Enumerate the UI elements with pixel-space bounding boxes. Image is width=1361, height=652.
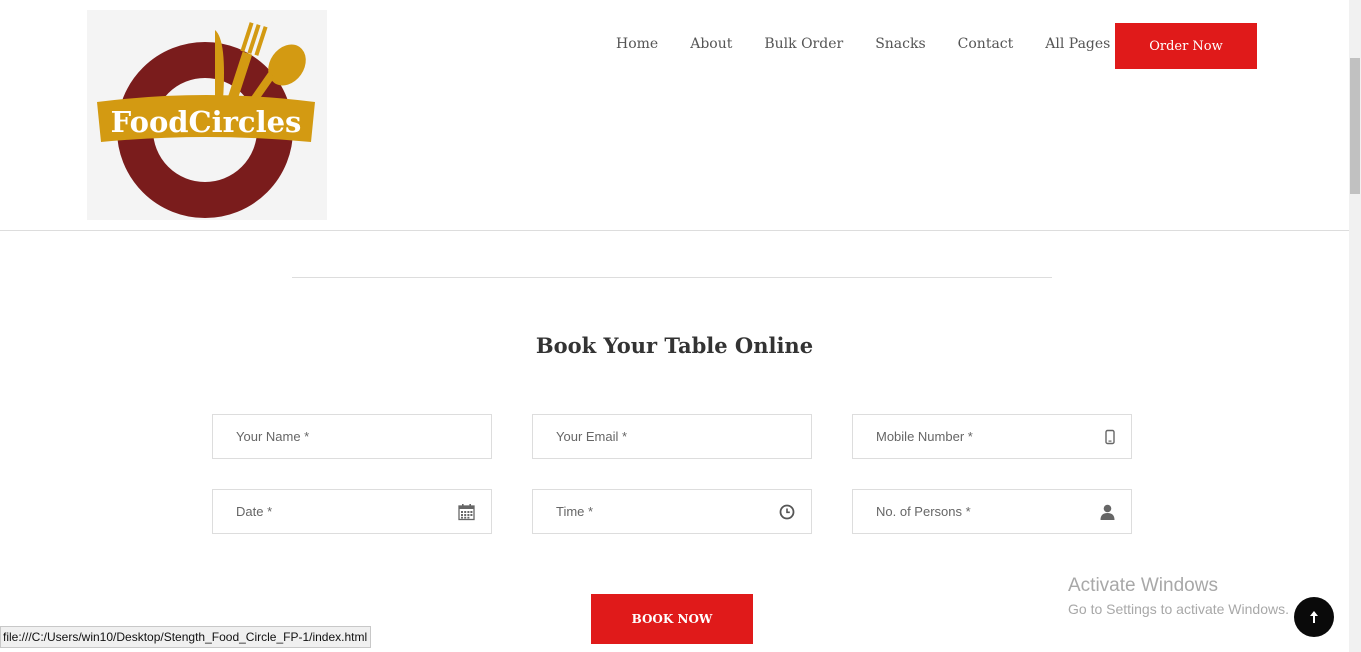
browser-status-bar: file:///C:/Users/win10/Desktop/Stength_F… [0, 626, 372, 648]
scrollbar-thumb[interactable] [1350, 58, 1360, 194]
windows-activation-watermark: Activate Windows Go to Settings to activ… [1068, 575, 1289, 617]
nav-bulk-order[interactable]: Bulk Order [764, 36, 843, 52]
mobile-placeholder: Mobile Number * [876, 429, 973, 444]
calendar-icon [458, 503, 475, 520]
logo-text: FoodCircles [111, 105, 302, 139]
watermark-title: Activate Windows [1068, 575, 1218, 596]
user-icon [1100, 504, 1115, 520]
watermark-subtitle: Go to Settings to activate Windows. [1068, 601, 1289, 617]
nav-home[interactable]: Home [616, 36, 658, 52]
mobile-icon [1105, 429, 1115, 444]
date-placeholder: Date * [236, 504, 273, 519]
logo-graphic: FoodCircles [97, 22, 315, 218]
site-header: FoodCircles Home About Bulk Order Snacks… [0, 0, 1349, 231]
logo[interactable]: FoodCircles [87, 10, 327, 220]
book-now-button[interactable]: BOOK NOW [591, 594, 753, 644]
name-placeholder: Your Name * [236, 429, 310, 444]
time-field[interactable]: Time * [532, 489, 812, 534]
back-to-top-button[interactable] [1294, 597, 1334, 637]
date-field[interactable]: Date * [212, 489, 492, 534]
section-divider [292, 277, 1052, 278]
email-placeholder: Your Email * [556, 429, 628, 444]
persons-placeholder: No. of Persons * [876, 504, 971, 519]
main-nav: Home About Bulk Order Snacks Contact All… [600, 36, 1142, 52]
booking-title: Book Your Table Online [535, 333, 814, 358]
arrow-up-icon [1309, 610, 1319, 624]
clock-icon [779, 504, 795, 520]
email-field[interactable]: Your Email * [532, 414, 812, 459]
page: FoodCircles Home About Bulk Order Snacks… [0, 0, 1361, 652]
order-now-button[interactable]: Order Now [1115, 23, 1257, 69]
nav-contact[interactable]: Contact [958, 36, 1014, 52]
persons-field[interactable]: No. of Persons * [852, 489, 1132, 534]
page-scrollbar[interactable] [1349, 0, 1361, 652]
nav-snacks[interactable]: Snacks [875, 36, 925, 52]
status-url: file:///C:/Users/win10/Desktop/Stength_F… [3, 630, 368, 644]
nav-all-pages[interactable]: All Pages [1045, 36, 1110, 52]
time-placeholder: Time * [556, 504, 594, 519]
name-field[interactable]: Your Name * [212, 414, 492, 459]
nav-about[interactable]: About [690, 36, 732, 52]
mobile-field[interactable]: Mobile Number * [852, 414, 1132, 459]
